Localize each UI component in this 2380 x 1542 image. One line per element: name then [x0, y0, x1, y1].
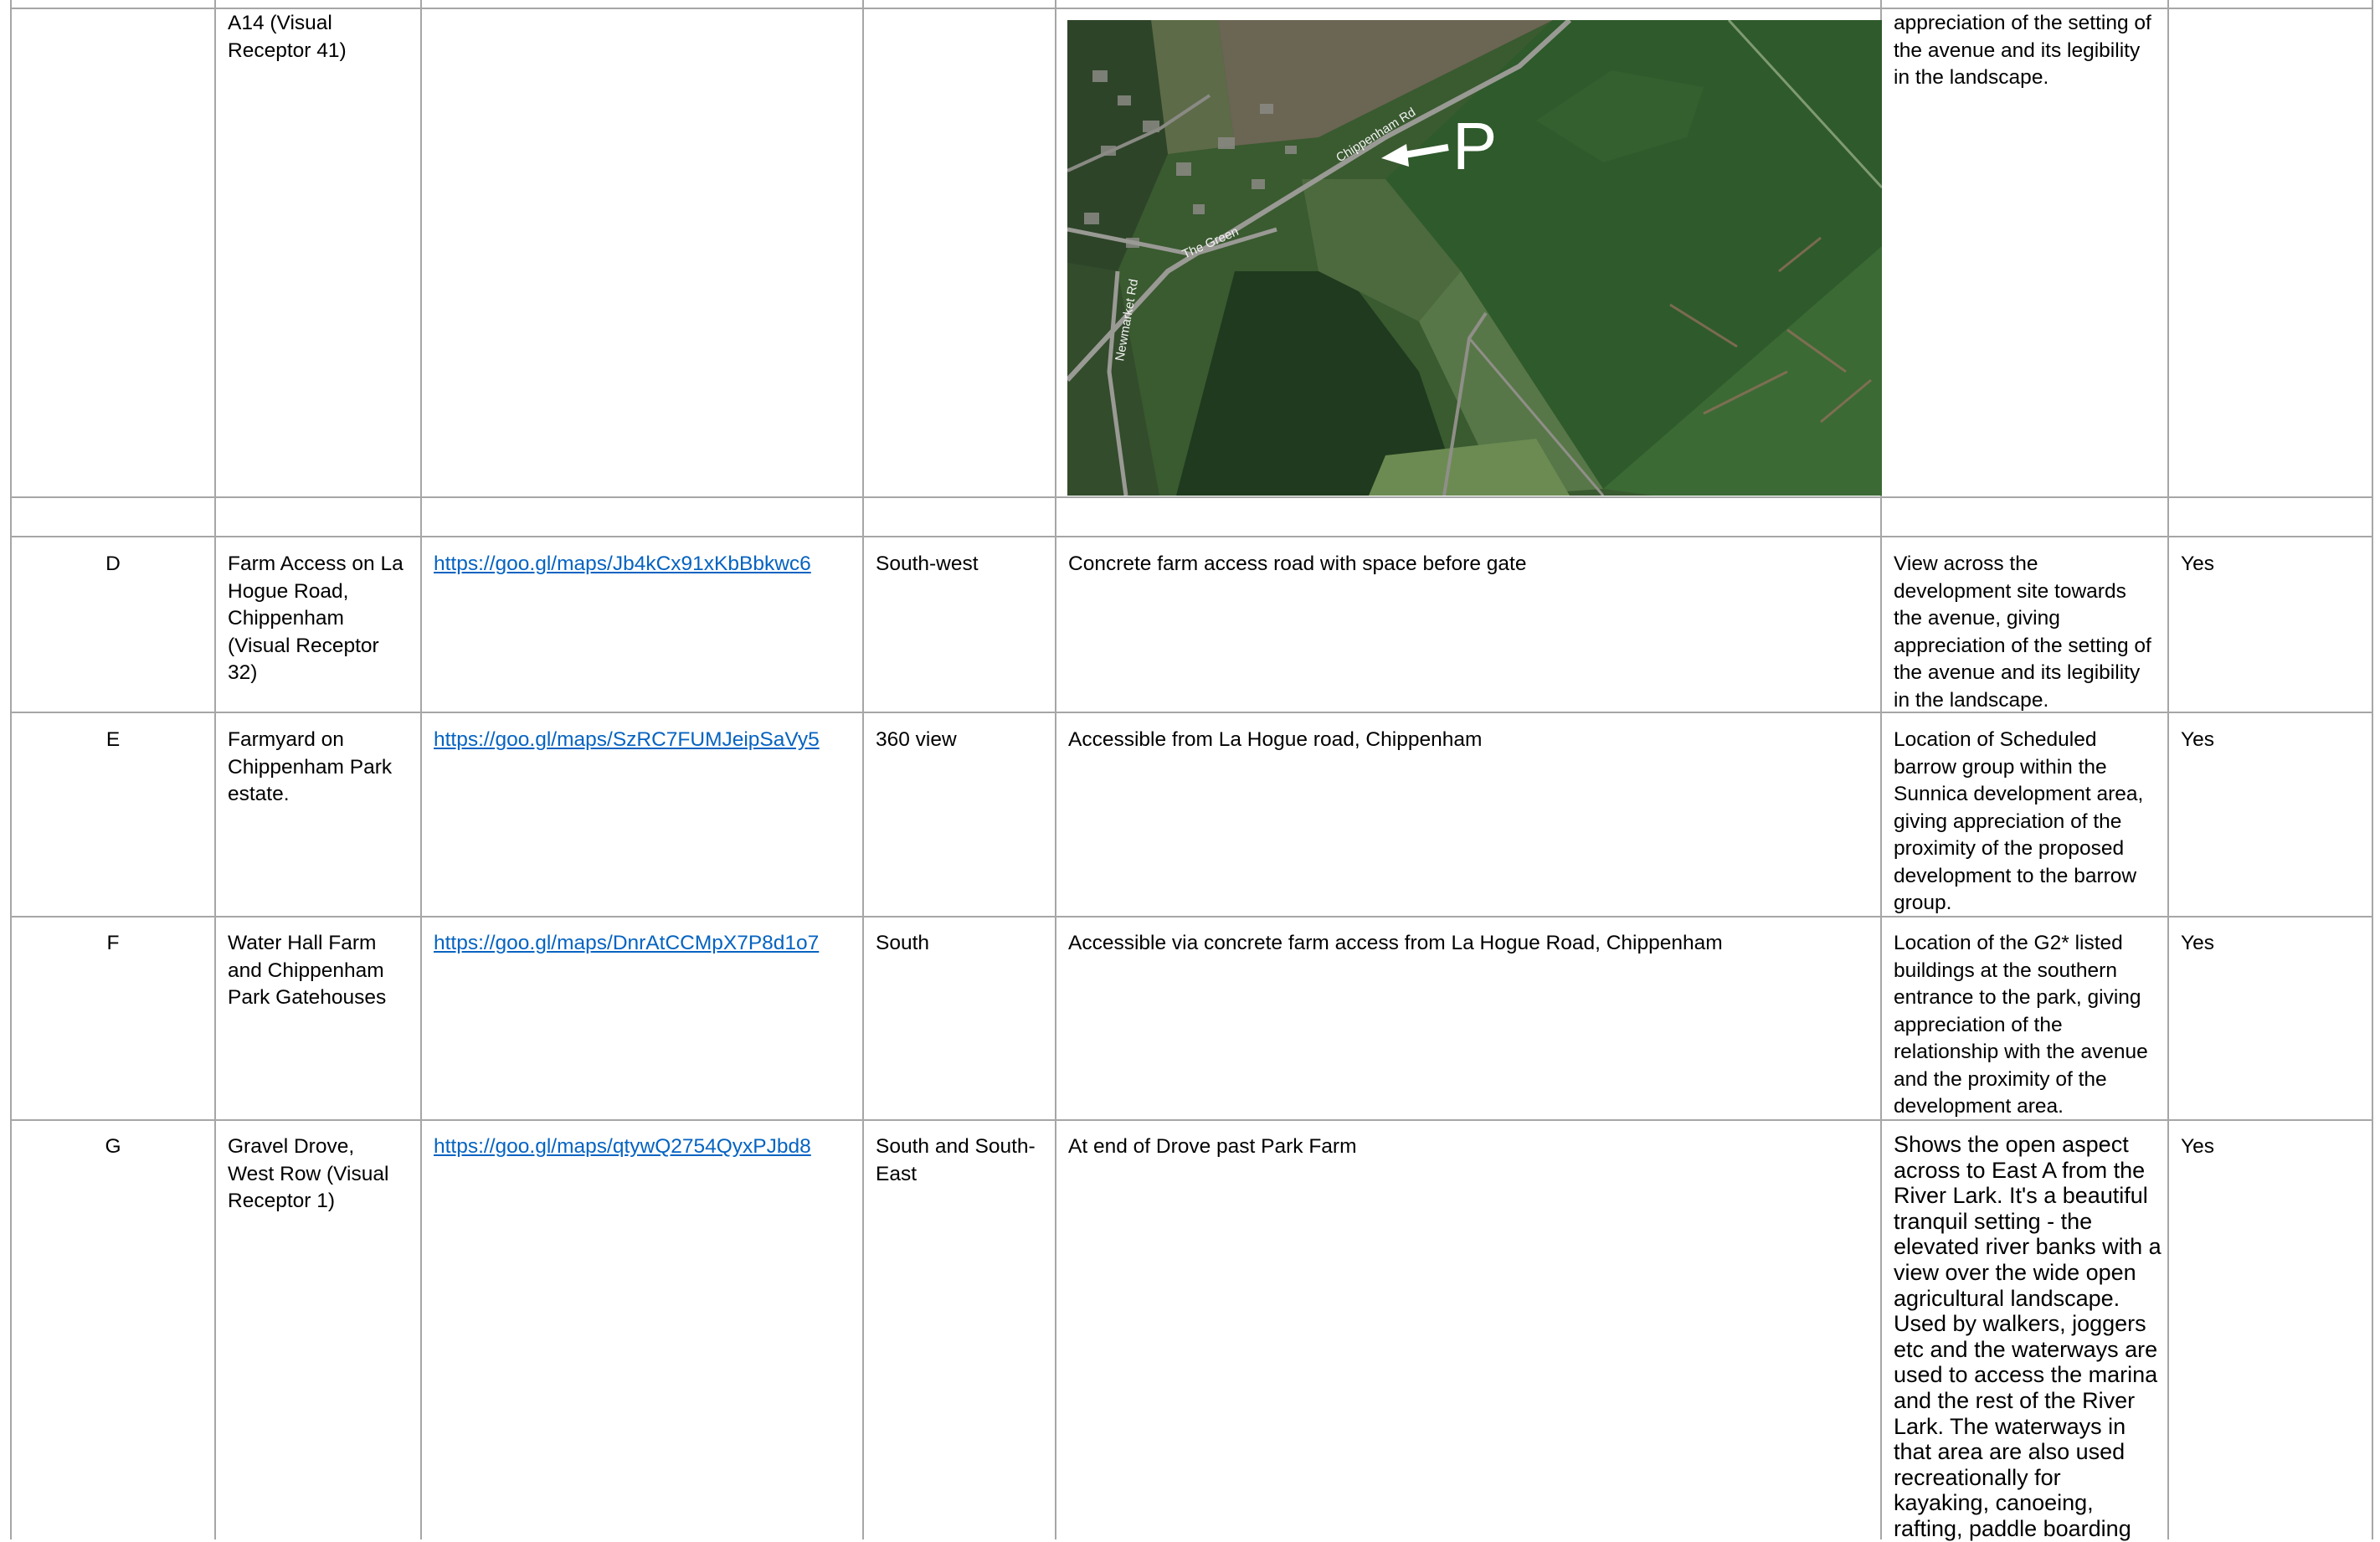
direction-cell: South-west [876, 553, 979, 575]
access-cell: Accessible from La Hogue road, Chippenha… [1068, 728, 1483, 751]
reason-cell: appreciation of the setting of the avenu… [1894, 12, 2151, 89]
table-border [11, 536, 2373, 537]
table-border [862, 0, 864, 1539]
location-cell: Farmyard on Chippenham Park estate. [228, 728, 393, 805]
ref-cell: F [106, 932, 120, 954]
location-cell: A14 (Visual Receptor 41) [228, 12, 347, 62]
ref-cell: D [105, 553, 121, 575]
included-cell: Yes [2181, 932, 2214, 954]
reason-cell: Location of the G2* listed buildings at … [1894, 932, 2148, 1118]
table-border [2167, 0, 2169, 1539]
reason-cell: Location of Scheduled barrow group withi… [1894, 728, 2144, 914]
included-cell: Yes [2181, 553, 2214, 575]
included-cell: Yes [2181, 728, 2214, 751]
location-cell: Gravel Drove, West Row (Visual Receptor … [228, 1135, 389, 1212]
table-border [1055, 0, 1056, 1539]
ref-cell: G [105, 1135, 121, 1158]
reason-cell: Shows the open aspect across to East A f… [1894, 1132, 2162, 1541]
table-border [11, 8, 2373, 9]
ref-cell: E [105, 728, 121, 751]
map-link[interactable]: https://goo.gl/maps/DnrAtCCMpX7P8d1o7 [434, 930, 856, 958]
table-border [2372, 0, 2373, 1539]
map-link[interactable]: https://goo.gl/maps/Jb4kCx91xKbBbkwc6 [434, 551, 856, 578]
reason-cell: View across the development site towards… [1894, 553, 2151, 712]
access-cell: At end of Drove past Park Farm [1068, 1135, 1357, 1158]
direction-cell: 360 view [876, 728, 957, 751]
aerial-map-image: Chippenham Rd The Green Newmarket Rd P [1067, 20, 1882, 496]
table-border [214, 0, 216, 1539]
map-link[interactable]: https://goo.gl/maps/SzRC7FUMJeipSaVy5 [434, 727, 856, 754]
marker-label: P [1452, 109, 1497, 183]
direction-cell: South [876, 932, 930, 954]
access-cell: Accessible via concrete farm access from… [1068, 932, 1723, 954]
location-cell: Water Hall Farm and Chippenham Park Gate… [228, 932, 387, 1009]
table-border [10, 0, 12, 1539]
location-cell: Farm Access on La Hogue Road, Chippenham… [228, 553, 404, 684]
included-cell: Yes [2181, 1135, 2214, 1158]
document-page: A14 (Visual Receptor 41) Chippenham Rd T… [0, 0, 2380, 1541]
map-link[interactable]: https://goo.gl/maps/qtywQ2754QyxPJbd8 [434, 1133, 856, 1161]
access-cell: Concrete farm access road with space bef… [1068, 553, 1527, 575]
aerial-map-svg: Chippenham Rd The Green Newmarket Rd P [1067, 20, 1882, 496]
table-border [11, 496, 2373, 498]
direction-cell: South and South-East [876, 1135, 1036, 1185]
table-border [420, 0, 422, 1539]
